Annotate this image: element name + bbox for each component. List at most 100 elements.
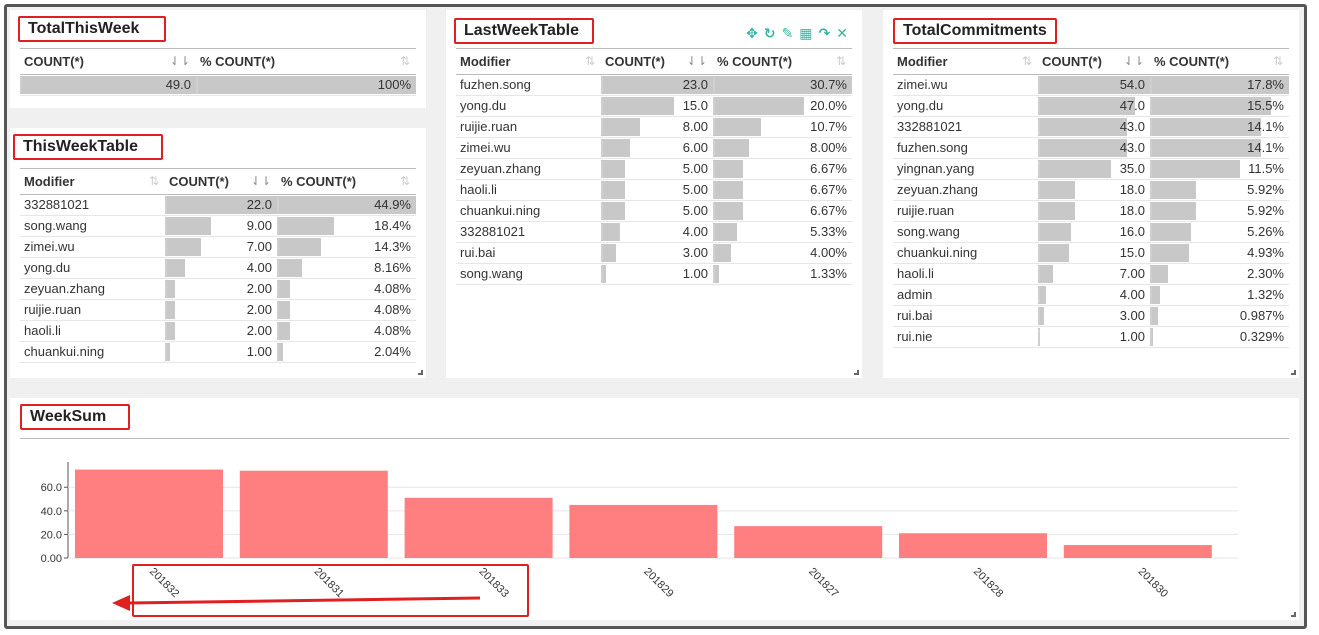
count-cell: 47.0	[1038, 95, 1150, 117]
sort-icon[interactable]: ⇅	[1273, 54, 1283, 68]
pct-value: 14.1%	[1247, 119, 1284, 134]
count-cell: 3.00	[601, 242, 713, 264]
edit-icon[interactable]: ✎	[782, 25, 794, 42]
panel-toolbar: ✥ ↻ ✎ ▦ ↷ ✕	[746, 25, 848, 42]
table-row: 332881021 22.0 44.9%	[20, 194, 416, 216]
refresh-icon[interactable]: ↻	[764, 25, 776, 42]
bar-201831[interactable]	[239, 470, 388, 558]
pct-cell: 5.92%	[1150, 179, 1289, 201]
modifier-cell: chuankui.ning	[456, 200, 601, 222]
sort-icon[interactable]: ⇅	[400, 174, 410, 188]
pct-value: 17.8%	[1247, 77, 1284, 92]
pct-value: 15.5%	[1247, 98, 1284, 113]
pct-cell: 2.04%	[277, 341, 416, 363]
table-row: song.wang 1.00 1.33%	[456, 263, 852, 285]
annotation-box	[132, 564, 529, 617]
column-header-count[interactable]: COUNT(*) ⇃⇂	[20, 49, 196, 75]
modifier-cell: chuankui.ning	[20, 341, 165, 363]
table-row: ruijie.ruan 8.00 10.7%	[456, 116, 852, 138]
table-row: chuankui.ning 1.00 2.04%	[20, 341, 416, 363]
pct-value: 5.26%	[1247, 224, 1284, 239]
table-row: rui.bai 3.00 0.987%	[893, 305, 1289, 327]
table-row: haoli.li 5.00 6.67%	[456, 179, 852, 201]
table-icon[interactable]: ▦	[799, 25, 812, 42]
count-cell: 4.00	[165, 257, 277, 279]
table-row: rui.nie 1.00 0.329%	[893, 326, 1289, 348]
sort-icon[interactable]: ⇅	[1022, 54, 1032, 68]
count-cell: 5.00	[601, 158, 713, 180]
modifier-cell: fuzhen.song	[456, 74, 601, 96]
column-header-pct[interactable]: % COUNT(*) ⇅	[713, 49, 852, 75]
column-header-count[interactable]: COUNT(*) ⇃⇂	[1038, 49, 1150, 75]
table-row: song.wang 9.00 18.4%	[20, 215, 416, 237]
pct-value: 18.4%	[374, 218, 411, 233]
column-header-pct[interactable]: % COUNT(*) ⇅	[1150, 49, 1289, 75]
sort-icon[interactable]: ⇅	[149, 174, 159, 188]
modifier-cell: fuzhen.song	[893, 137, 1038, 159]
count-cell: 9.00	[165, 215, 277, 237]
table-row: 49.0 100%	[20, 74, 416, 96]
pct-value: 4.08%	[374, 281, 411, 296]
pct-value: 2.30%	[1247, 266, 1284, 281]
pct-value: 5.92%	[1247, 182, 1284, 197]
column-header-modifier[interactable]: Modifier ⇅	[893, 49, 1038, 75]
share-icon[interactable]: ↷	[819, 25, 831, 42]
resize-handle[interactable]	[418, 370, 423, 375]
count-value: 18.0	[1119, 182, 1145, 197]
pct-cell: 4.93%	[1150, 242, 1289, 264]
resize-handle[interactable]	[1291, 612, 1296, 617]
modifier-cell: haoli.li	[456, 179, 601, 201]
count-value: 47.0	[1119, 98, 1145, 113]
count-cell: 43.0	[1038, 137, 1150, 159]
close-icon[interactable]: ✕	[836, 25, 848, 42]
bar-201827[interactable]	[734, 526, 883, 558]
bar-201828[interactable]	[899, 533, 1047, 558]
sort-icon[interactable]: ⇅	[585, 54, 595, 68]
table-row: 332881021 43.0 14.1%	[893, 116, 1289, 138]
column-header-modifier[interactable]: Modifier ⇅	[20, 169, 165, 195]
pct-cell: 4.08%	[277, 278, 416, 300]
total-this-week-table: COUNT(*) ⇃⇂ % COUNT(*) ⇅ 49.0 100%	[20, 49, 416, 96]
count-cell: 1.00	[601, 263, 713, 285]
count-cell: 3.00	[1038, 305, 1150, 327]
modifier-cell: yong.du	[20, 257, 165, 279]
count-cell: 6.00	[601, 137, 713, 159]
sort-icon[interactable]: ⇅	[836, 54, 846, 68]
column-header-count[interactable]: COUNT(*) ⇃⇂	[601, 49, 713, 75]
column-header-count[interactable]: COUNT(*) ⇃⇂	[165, 169, 277, 195]
resize-handle[interactable]	[854, 370, 859, 375]
move-icon[interactable]: ✥	[746, 25, 758, 42]
sort-icon[interactable]: ⇅	[400, 54, 410, 68]
column-header-modifier[interactable]: Modifier ⇅	[456, 49, 601, 75]
total-commitments-table: Modifier ⇅ COUNT(*) ⇃⇂ % COUNT(*) ⇅ zimei.w…	[893, 49, 1289, 348]
column-header-pct[interactable]: % COUNT(*) ⇅	[196, 49, 416, 75]
count-value: 5.00	[682, 161, 708, 176]
this-week-table: Modifier ⇅ COUNT(*) ⇃⇂ % COUNT(*) ⇅ 3328810…	[20, 169, 416, 363]
count-cell: 8.00	[601, 116, 713, 138]
sort-desc-icon[interactable]: ⇃⇂	[251, 174, 271, 188]
count-value: 3.00	[1119, 308, 1145, 323]
bar-201829[interactable]	[569, 504, 718, 558]
table-row: song.wang 16.0 5.26%	[893, 221, 1289, 243]
column-header-pct[interactable]: % COUNT(*) ⇅	[277, 169, 416, 195]
modifier-cell: yong.du	[456, 95, 601, 117]
table-row: yong.du 47.0 15.5%	[893, 95, 1289, 117]
resize-handle[interactable]	[1291, 370, 1296, 375]
last-week-table-panel: LastWeekTable ✥ ↻ ✎ ▦ ↷ ✕ Modifier ⇅ COUN…	[446, 10, 862, 378]
modifier-cell: zimei.wu	[456, 137, 601, 159]
count-cell: 5.00	[601, 179, 713, 201]
pct-value: 14.1%	[1247, 140, 1284, 155]
count-cell: 16.0	[1038, 221, 1150, 243]
bar-201830[interactable]	[1063, 545, 1212, 558]
table-row: chuankui.ning 15.0 4.93%	[893, 242, 1289, 264]
bar-201832[interactable]	[75, 469, 223, 558]
pct-cell: 10.7%	[713, 116, 852, 138]
bar-201833[interactable]	[404, 497, 553, 558]
sort-desc-icon[interactable]: ⇃⇂	[1124, 54, 1144, 68]
count-value: 1.00	[1119, 329, 1145, 344]
modifier-cell: song.wang	[893, 221, 1038, 243]
count-cell: 22.0	[165, 194, 277, 216]
count-value: 7.00	[1119, 266, 1145, 281]
sort-desc-icon[interactable]: ⇃⇂	[170, 54, 190, 68]
sort-desc-icon[interactable]: ⇃⇂	[687, 54, 707, 68]
